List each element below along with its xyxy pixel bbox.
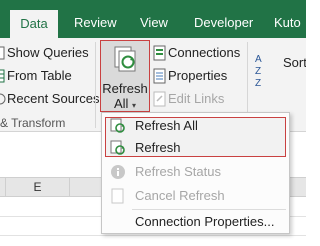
edit-links-icon bbox=[153, 91, 166, 107]
properties-icon bbox=[153, 68, 166, 84]
refresh-all-dropdown-menu: Refresh All Refresh Refresh Status Cance… bbox=[101, 112, 290, 234]
properties-button[interactable]: Properties bbox=[153, 65, 243, 87]
show-queries-icon bbox=[0, 46, 5, 60]
menu-separator bbox=[132, 209, 286, 210]
connections-icon bbox=[153, 45, 166, 61]
refresh-icon bbox=[110, 140, 125, 155]
ribbon-tab-bar: Data Review View Developer Kuto bbox=[0, 0, 306, 38]
refresh-all-label-line2: All bbox=[113, 96, 129, 111]
tab-data[interactable]: Data bbox=[10, 10, 58, 38]
menu-item-refresh[interactable]: Refresh bbox=[102, 137, 289, 159]
menu-item-refresh-all[interactable]: Refresh All bbox=[102, 115, 289, 137]
refresh-all-button[interactable]: Refresh All ▾ bbox=[100, 40, 150, 112]
recent-sources-button[interactable]: Recent Sources bbox=[0, 88, 100, 110]
group-separator bbox=[95, 42, 96, 128]
grid-line bbox=[0, 235, 306, 236]
edit-links-button[interactable]: Edit Links bbox=[153, 88, 243, 110]
menu-item-label: Refresh Status bbox=[135, 164, 221, 179]
menu-item-label: Refresh All bbox=[135, 118, 198, 133]
refresh-all-icon bbox=[110, 118, 125, 133]
svg-text:Z: Z bbox=[255, 78, 261, 89]
svg-text:A: A bbox=[255, 54, 262, 65]
menu-item-connection-properties[interactable]: Connection Properties... bbox=[102, 211, 289, 233]
from-table-button[interactable]: From Table bbox=[0, 65, 94, 87]
edit-links-label: Edit Links bbox=[168, 91, 225, 106]
info-icon bbox=[111, 165, 125, 179]
from-table-label: From Table bbox=[7, 68, 72, 83]
sort-button[interactable]: Sort bbox=[283, 52, 306, 74]
menu-item-label: Refresh bbox=[135, 140, 181, 155]
menu-item-cancel-refresh[interactable]: Cancel Refresh bbox=[102, 185, 289, 207]
svg-text:Z: Z bbox=[255, 66, 261, 77]
tab-kuto[interactable]: Kuto bbox=[274, 8, 301, 38]
get-transform-group-label: & Transform bbox=[0, 116, 66, 130]
menu-item-refresh-status[interactable]: Refresh Status bbox=[102, 161, 289, 183]
refresh-all-label-line2-wrap: All ▾ bbox=[101, 96, 149, 113]
column-header-e[interactable]: E bbox=[6, 178, 70, 196]
show-queries-button[interactable]: Show Queries bbox=[0, 42, 94, 64]
refresh-all-label-line1: Refresh bbox=[102, 81, 148, 96]
sort-az-icon: A Z Z bbox=[255, 54, 262, 89]
recent-sources-label: Recent Sources bbox=[7, 91, 100, 106]
show-queries-label: Show Queries bbox=[7, 45, 89, 60]
menu-item-label: Connection Properties... bbox=[135, 214, 275, 229]
menu-item-label: Cancel Refresh bbox=[135, 188, 225, 203]
table-icon bbox=[0, 69, 5, 83]
tab-review[interactable]: Review bbox=[74, 8, 117, 38]
connections-label: Connections bbox=[168, 45, 241, 60]
connections-button[interactable]: Connections bbox=[153, 42, 243, 64]
tab-view[interactable]: View bbox=[140, 8, 168, 38]
properties-label: Properties bbox=[168, 68, 228, 83]
cancel-refresh-icon bbox=[111, 188, 124, 204]
tab-developer[interactable]: Developer bbox=[194, 8, 253, 38]
chevron-down-icon: ▾ bbox=[132, 101, 137, 110]
recent-sources-icon bbox=[0, 93, 6, 105]
refresh-all-icon bbox=[114, 46, 136, 72]
